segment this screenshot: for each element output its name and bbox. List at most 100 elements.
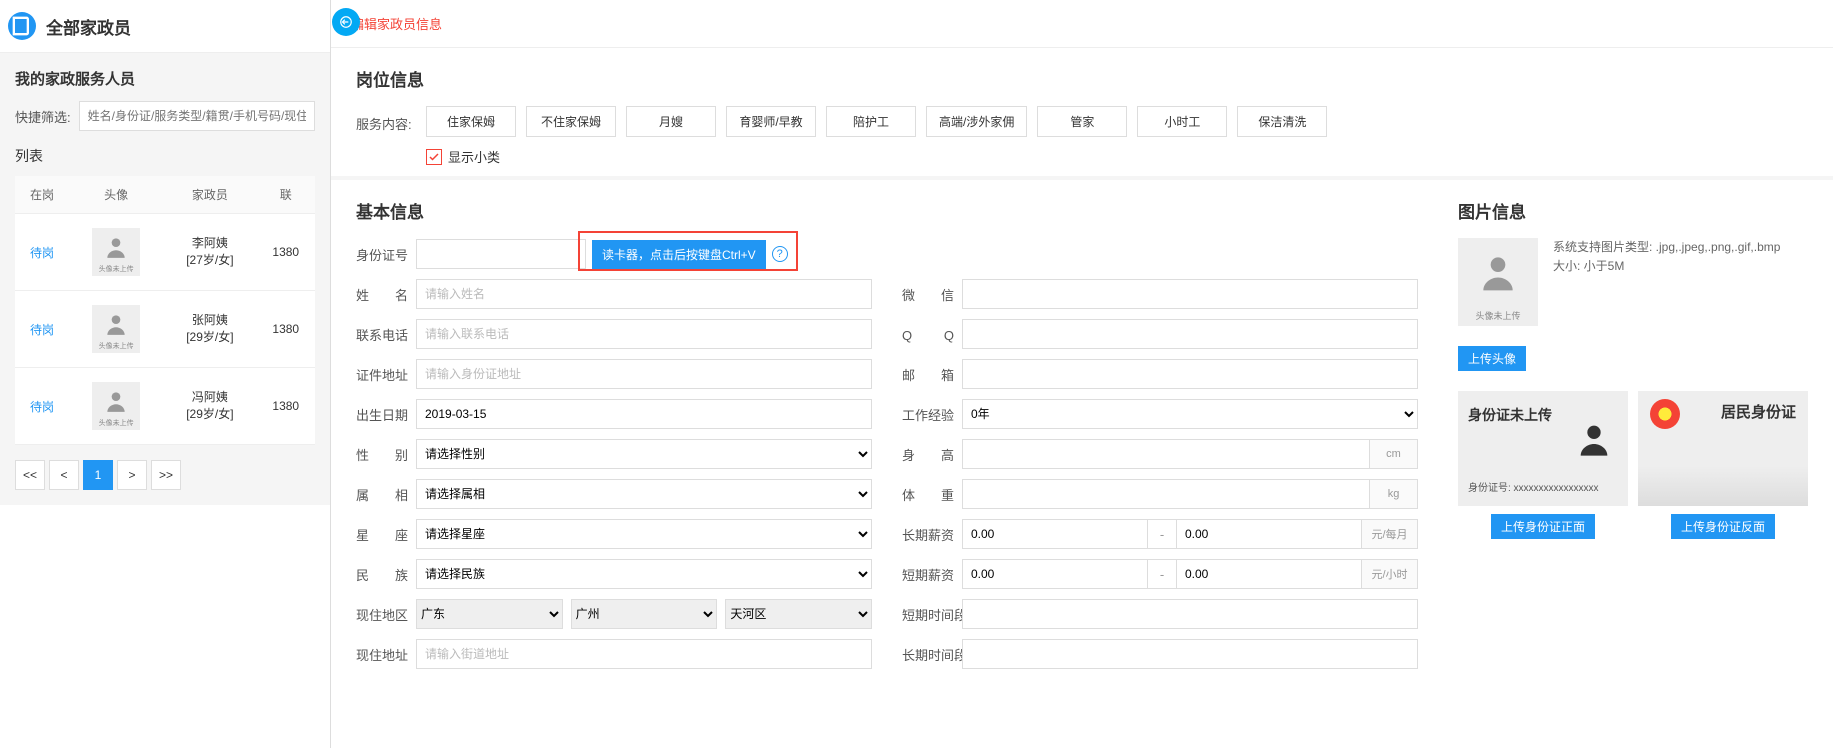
page-1[interactable]: 1 bbox=[83, 460, 113, 490]
basic-form: 基本信息 身份证号 读卡器，点击后按键盘Ctrl+V ? 姓 名 联系电话 证件… bbox=[356, 198, 1418, 678]
id-input[interactable] bbox=[416, 239, 586, 269]
label-short-salary: 短期薪资 bbox=[902, 565, 962, 584]
service-chip[interactable]: 住家保姆 bbox=[426, 106, 516, 137]
label-id: 身份证号 bbox=[356, 245, 416, 264]
name-input[interactable] bbox=[416, 279, 872, 309]
service-chip[interactable]: 管家 bbox=[1037, 106, 1127, 137]
label-region: 现住地区 bbox=[356, 605, 416, 624]
idaddr-input[interactable] bbox=[416, 359, 872, 389]
edit-title: 编辑家政员信息 bbox=[331, 0, 1833, 48]
name-cell: 冯阿姨[29岁/女] bbox=[167, 389, 252, 423]
col-status: 在岗 bbox=[15, 176, 69, 214]
upload-id-back-button[interactable]: 上传身份证反面 bbox=[1671, 514, 1775, 539]
upload-avatar-button[interactable]: 上传头像 bbox=[1458, 346, 1526, 371]
filter-row: 快捷筛选: bbox=[15, 101, 315, 131]
unit-hour: 元/小时 bbox=[1362, 559, 1418, 589]
close-button[interactable] bbox=[332, 8, 360, 36]
star-select[interactable]: 请选择星座 bbox=[416, 519, 872, 549]
type-hint: 系统支持图片类型: .jpg,.jpeg,.png,.gif,.bmp bbox=[1553, 238, 1780, 257]
card-reader-button[interactable]: 读卡器，点击后按键盘Ctrl+V bbox=[592, 240, 766, 269]
exp-select[interactable]: 0年 bbox=[962, 399, 1418, 429]
label-height: 身 高 bbox=[902, 445, 962, 464]
pagination: << < 1 > >> bbox=[15, 460, 315, 490]
upload-id-front-button[interactable]: 上传身份证正面 bbox=[1491, 514, 1595, 539]
label-gender: 性 别 bbox=[356, 445, 416, 464]
service-chip[interactable]: 陪护工 bbox=[826, 106, 916, 137]
label-name: 姓 名 bbox=[356, 285, 416, 304]
name-cell: 张阿姨[29岁/女] bbox=[167, 312, 252, 346]
service-chip[interactable]: 育婴师/早教 bbox=[726, 106, 816, 137]
unit-month: 元/每月 bbox=[1362, 519, 1418, 549]
phone-input[interactable] bbox=[416, 319, 872, 349]
short-salary-a[interactable] bbox=[962, 559, 1148, 589]
unit-cm: cm bbox=[1370, 439, 1418, 469]
phone-cell: 1380 bbox=[257, 368, 316, 445]
help-icon[interactable]: ? bbox=[772, 246, 788, 262]
gender-select[interactable]: 请选择性别 bbox=[416, 439, 872, 469]
label-dob: 出生日期 bbox=[356, 405, 416, 424]
form-area: 基本信息 身份证号 读卡器，点击后按键盘Ctrl+V ? 姓 名 联系电话 证件… bbox=[331, 180, 1833, 678]
left-header: 全部家政员 bbox=[0, 0, 330, 53]
service-chips: 住家保姆不住家保姆月嫂育婴师/早教陪护工高端/涉外家佣管家小时工保洁清洗 bbox=[426, 106, 1327, 137]
status-link[interactable]: 待岗 bbox=[30, 323, 54, 337]
page-prev[interactable]: < bbox=[49, 460, 79, 490]
right-panel: 编辑家政员信息 岗位信息 服务内容: 住家保姆不住家保姆月嫂育婴师/早教陪护工高… bbox=[330, 0, 1833, 748]
page-last[interactable]: >> bbox=[151, 460, 181, 490]
label-email: 邮 箱 bbox=[902, 365, 962, 384]
left-panel: 全部家政员 我的家政服务人员 快捷筛选: 列表 在岗 头像 家政员 联 待岗 头 bbox=[0, 0, 330, 748]
wall-decoration bbox=[1638, 466, 1808, 506]
long-salary-a[interactable] bbox=[962, 519, 1148, 549]
short-time-input[interactable] bbox=[962, 599, 1418, 629]
status-link[interactable]: 待岗 bbox=[30, 400, 54, 414]
service-chip[interactable]: 高端/涉外家佣 bbox=[926, 106, 1027, 137]
page-first[interactable]: << bbox=[15, 460, 45, 490]
addr-input[interactable] bbox=[416, 639, 872, 669]
dob-input[interactable] bbox=[416, 399, 872, 429]
email-input[interactable] bbox=[962, 359, 1418, 389]
label-weight: 体 重 bbox=[902, 485, 962, 504]
long-salary-b[interactable] bbox=[1176, 519, 1362, 549]
city-select[interactable]: 广州 bbox=[571, 599, 718, 629]
label-phone: 联系电话 bbox=[356, 325, 416, 344]
service-chip[interactable]: 月嫂 bbox=[626, 106, 716, 137]
height-input[interactable] bbox=[962, 439, 1370, 469]
id-back-title: 居民身份证 bbox=[1721, 401, 1796, 422]
show-sub-label: 显示小类 bbox=[448, 147, 500, 166]
image-side: 图片信息 头像未上传 系统支持图片类型: .jpg,.jpeg,.png,.gi… bbox=[1448, 198, 1808, 678]
show-sub-checkbox[interactable] bbox=[426, 149, 442, 165]
sep2: - bbox=[1148, 559, 1176, 589]
post-section: 岗位信息 服务内容: 住家保姆不住家保姆月嫂育婴师/早教陪护工高端/涉外家佣管家… bbox=[331, 48, 1833, 176]
ethnic-select[interactable]: 请选择民族 bbox=[416, 559, 872, 589]
service-chip[interactable]: 不住家保姆 bbox=[526, 106, 616, 137]
label-idaddr: 证件地址 bbox=[356, 365, 416, 384]
table-header: 在岗 头像 家政员 联 bbox=[15, 176, 315, 214]
phone-cell: 1380 bbox=[257, 291, 316, 368]
table-row[interactable]: 待岗 头像未上传 张阿姨[29岁/女] 1380 bbox=[15, 291, 315, 368]
long-time-input[interactable] bbox=[962, 639, 1418, 669]
short-salary-b[interactable] bbox=[1176, 559, 1362, 589]
dist-select[interactable]: 天河区 bbox=[725, 599, 872, 629]
page-next[interactable]: > bbox=[117, 460, 147, 490]
qq-input[interactable] bbox=[962, 319, 1418, 349]
zodiac-select[interactable]: 请选择属相 bbox=[416, 479, 872, 509]
filter-input[interactable] bbox=[79, 101, 315, 131]
phone-cell: 1380 bbox=[257, 214, 316, 291]
label-long-time: 长期时间段 bbox=[902, 645, 962, 664]
book-icon bbox=[8, 12, 36, 40]
wechat-input[interactable] bbox=[962, 279, 1418, 309]
image-info: 系统支持图片类型: .jpg,.jpeg,.png,.gif,.bmp 大小: … bbox=[1553, 238, 1780, 276]
col-phone: 联 bbox=[257, 176, 316, 214]
table-row[interactable]: 待岗 头像未上传 冯阿姨[29岁/女] 1380 bbox=[15, 368, 315, 445]
avatar-thumb: 头像未上传 bbox=[92, 382, 140, 430]
label-star: 星 座 bbox=[356, 525, 416, 544]
table-row[interactable]: 待岗 头像未上传 李阿姨[27岁/女] 1380 bbox=[15, 214, 315, 291]
weight-input[interactable] bbox=[962, 479, 1370, 509]
show-sub-row: 显示小类 bbox=[426, 147, 1808, 166]
service-label: 服务内容: bbox=[356, 106, 426, 133]
filter-label: 快捷筛选: bbox=[15, 107, 71, 126]
status-link[interactable]: 待岗 bbox=[30, 246, 54, 260]
service-chip[interactable]: 保洁清洗 bbox=[1237, 106, 1327, 137]
service-chip[interactable]: 小时工 bbox=[1137, 106, 1227, 137]
label-ethnic: 民 族 bbox=[356, 565, 416, 584]
prov-select[interactable]: 广东 bbox=[416, 599, 563, 629]
